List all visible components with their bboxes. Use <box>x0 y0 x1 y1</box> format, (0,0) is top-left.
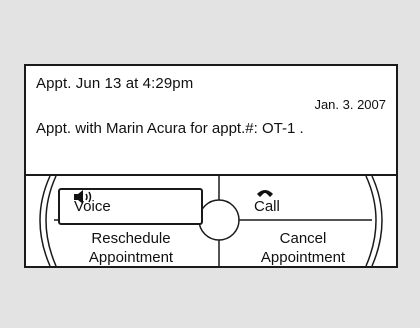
call-label: Call <box>254 198 280 215</box>
speaker-icon <box>74 190 92 204</box>
voice-button[interactable]: Voice <box>58 188 203 225</box>
message-date: Jan. 3. 2007 <box>314 97 386 112</box>
cancel-label-line2: Appointment <box>260 249 346 266</box>
appointment-time: Appt. Jun 13 at 4:29pm <box>36 75 194 92</box>
reschedule-label-line2: Appointment <box>88 249 174 266</box>
cancel-appointment-button[interactable]: Cancel Appointment <box>238 229 368 267</box>
reschedule-label-line1: Reschedule <box>91 230 171 247</box>
info-screen: Appt. Jun 13 at 4:29pm Jan. 3. 2007 Appt… <box>24 64 398 268</box>
phone-icon <box>257 190 273 197</box>
cancel-label-line1: Cancel <box>279 230 327 247</box>
appointment-detail: Appt. with Marin Acura for appt.#: OT-1 … <box>36 120 304 137</box>
knob-icon[interactable] <box>198 199 240 241</box>
reschedule-appointment-button[interactable]: Reschedule Appointment <box>66 229 196 267</box>
call-button[interactable]: Call <box>234 188 364 225</box>
button-panel: Voice Call Reschedule Appointment Cancel… <box>26 174 396 266</box>
